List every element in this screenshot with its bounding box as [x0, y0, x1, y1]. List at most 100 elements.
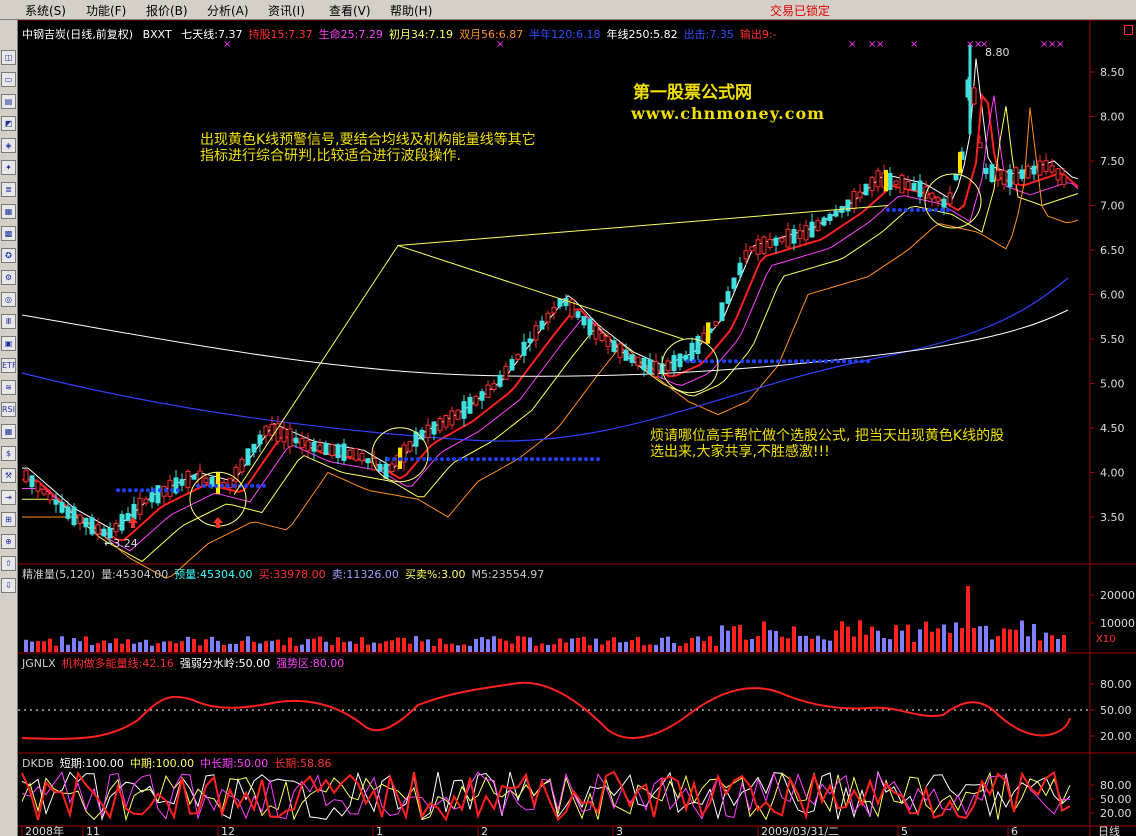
toolbar-icon-14[interactable]: ETF	[1, 358, 16, 373]
toolbar-icon-12[interactable]: Ⅲ	[1, 314, 16, 329]
volume-bar	[324, 641, 328, 652]
toolbar-icon-18[interactable]: $	[1, 446, 16, 461]
volume-bar	[684, 643, 688, 652]
toolbar-icon-23[interactable]: ⇧	[1, 556, 16, 571]
toolbar-icon-21[interactable]: ⊞	[1, 512, 16, 527]
date-label-1: 11	[86, 825, 100, 836]
toolbar-icon-20[interactable]: ⇥	[1, 490, 16, 505]
volume-bar	[180, 641, 184, 652]
volume-bar	[402, 637, 406, 652]
candle-body	[287, 428, 293, 448]
volume-bar	[948, 632, 952, 652]
candle-body	[53, 499, 59, 505]
volume-bar	[822, 639, 826, 652]
candle-body	[647, 359, 653, 374]
candle-body	[1031, 165, 1037, 175]
volume-bar	[912, 641, 916, 652]
jgnlx-item-3: 强势区:80.00	[276, 657, 345, 670]
toolbar-icon-15[interactable]: ≋	[1, 380, 16, 395]
candle-body	[305, 440, 311, 452]
toolbar-icon-9[interactable]: ✪	[1, 248, 16, 263]
candle-body	[593, 325, 599, 340]
toolbar-icon-17[interactable]: ▦	[1, 424, 16, 439]
support-dot-0	[134, 488, 138, 493]
volume-bar	[246, 636, 250, 652]
toolbar-icon-6[interactable]: ≣	[1, 182, 16, 197]
volume-bar	[522, 636, 526, 652]
toolbar-icon-3[interactable]: ◩	[1, 116, 16, 131]
toolbar-icon-5[interactable]: ✦	[1, 160, 16, 175]
volume-bar	[420, 641, 424, 652]
candle-body	[113, 523, 119, 533]
volume-bar	[462, 644, 466, 652]
date-label-6: 2009/03/31/二	[761, 825, 839, 836]
volume-bar	[756, 636, 760, 652]
period-label: 日线	[1098, 824, 1120, 836]
candle-body	[413, 431, 419, 447]
candle-body	[581, 316, 587, 326]
candle-body	[929, 192, 935, 200]
candle-body	[137, 497, 143, 515]
candle-body	[179, 479, 185, 486]
toolbar-icon-16[interactable]: RSI	[1, 402, 16, 417]
toolbar-icon-22[interactable]: ⊕	[1, 534, 16, 549]
support-dot-2	[482, 457, 486, 462]
toolbar-icon-7[interactable]: ▦	[1, 204, 16, 219]
header-item-7: 出击:7.35	[683, 28, 734, 41]
toolbar-icon-2[interactable]: ▤	[1, 94, 16, 109]
candle-body	[437, 418, 443, 432]
candle-body	[293, 437, 299, 444]
volume-bar	[534, 645, 538, 652]
menu-analysis[interactable]: 分析(A)	[207, 2, 249, 19]
volume-bar	[492, 636, 496, 652]
support-dot-1	[202, 483, 206, 488]
menu-quote[interactable]: 报价(B)	[146, 2, 188, 19]
toolbar-icon-11[interactable]: ◎	[1, 292, 16, 307]
volume-bar	[252, 641, 256, 652]
support-dot-2	[470, 457, 474, 462]
volume-bar	[114, 638, 118, 652]
support-dot-3	[842, 359, 846, 364]
support-dot-3	[746, 359, 750, 364]
toolbar-icon-13[interactable]: ▣	[1, 336, 16, 351]
candle-body	[1043, 160, 1049, 172]
volume-bar	[240, 640, 244, 652]
volume-bar	[1062, 634, 1066, 652]
candle-body	[731, 277, 737, 289]
candle-body	[857, 191, 863, 199]
menu-function[interactable]: 功能(F)	[86, 2, 126, 19]
support-dot-3	[800, 359, 804, 364]
support-dot-1	[196, 483, 200, 488]
toolbar-icon-8[interactable]: ▩	[1, 226, 16, 241]
candle-body	[953, 173, 959, 181]
volume-bar	[210, 636, 214, 652]
toolbar-icon-19[interactable]: ⚒	[1, 468, 16, 483]
menu-info[interactable]: 资讯(I)	[268, 2, 305, 19]
chart-area[interactable]: 8.50 8.00 7.50 7.00 6.50 6.00 5.50 5.00 4.50 4.00…	[18, 20, 1136, 836]
menu-help[interactable]: 帮助(H)	[390, 2, 432, 19]
candle-body	[995, 170, 1001, 181]
candle-body	[89, 517, 95, 535]
volume-bar	[798, 636, 802, 652]
annotation-top-line2: 指标进行综合研判,比较适合进行波段操作.	[200, 148, 461, 164]
volume-bar	[618, 642, 622, 652]
volume-bar	[726, 630, 730, 652]
menu-system[interactable]: 系统(S)	[25, 2, 66, 19]
support-dot-3	[752, 359, 756, 364]
menu-view[interactable]: 查看(V)	[329, 2, 371, 19]
volume-bar	[468, 645, 472, 652]
toolbar-icon-10[interactable]: ⚙	[1, 270, 16, 285]
toolbar-icon-4[interactable]: ◈	[1, 138, 16, 153]
candle-body	[821, 217, 827, 226]
candle-body	[563, 297, 569, 307]
support-dot-3	[728, 359, 732, 364]
toolbar-icon-24[interactable]: ⇩	[1, 578, 16, 593]
support-dot-2	[506, 457, 510, 462]
toolbar-icon-1[interactable]: ▭	[1, 72, 16, 87]
toolbar-icon-0[interactable]: ◫	[1, 50, 16, 65]
volume-bar	[918, 629, 922, 652]
window-toggle-button[interactable]	[1124, 25, 1133, 35]
candle-body	[29, 475, 35, 488]
candle-body	[299, 438, 305, 449]
support-dot-4	[922, 207, 926, 212]
